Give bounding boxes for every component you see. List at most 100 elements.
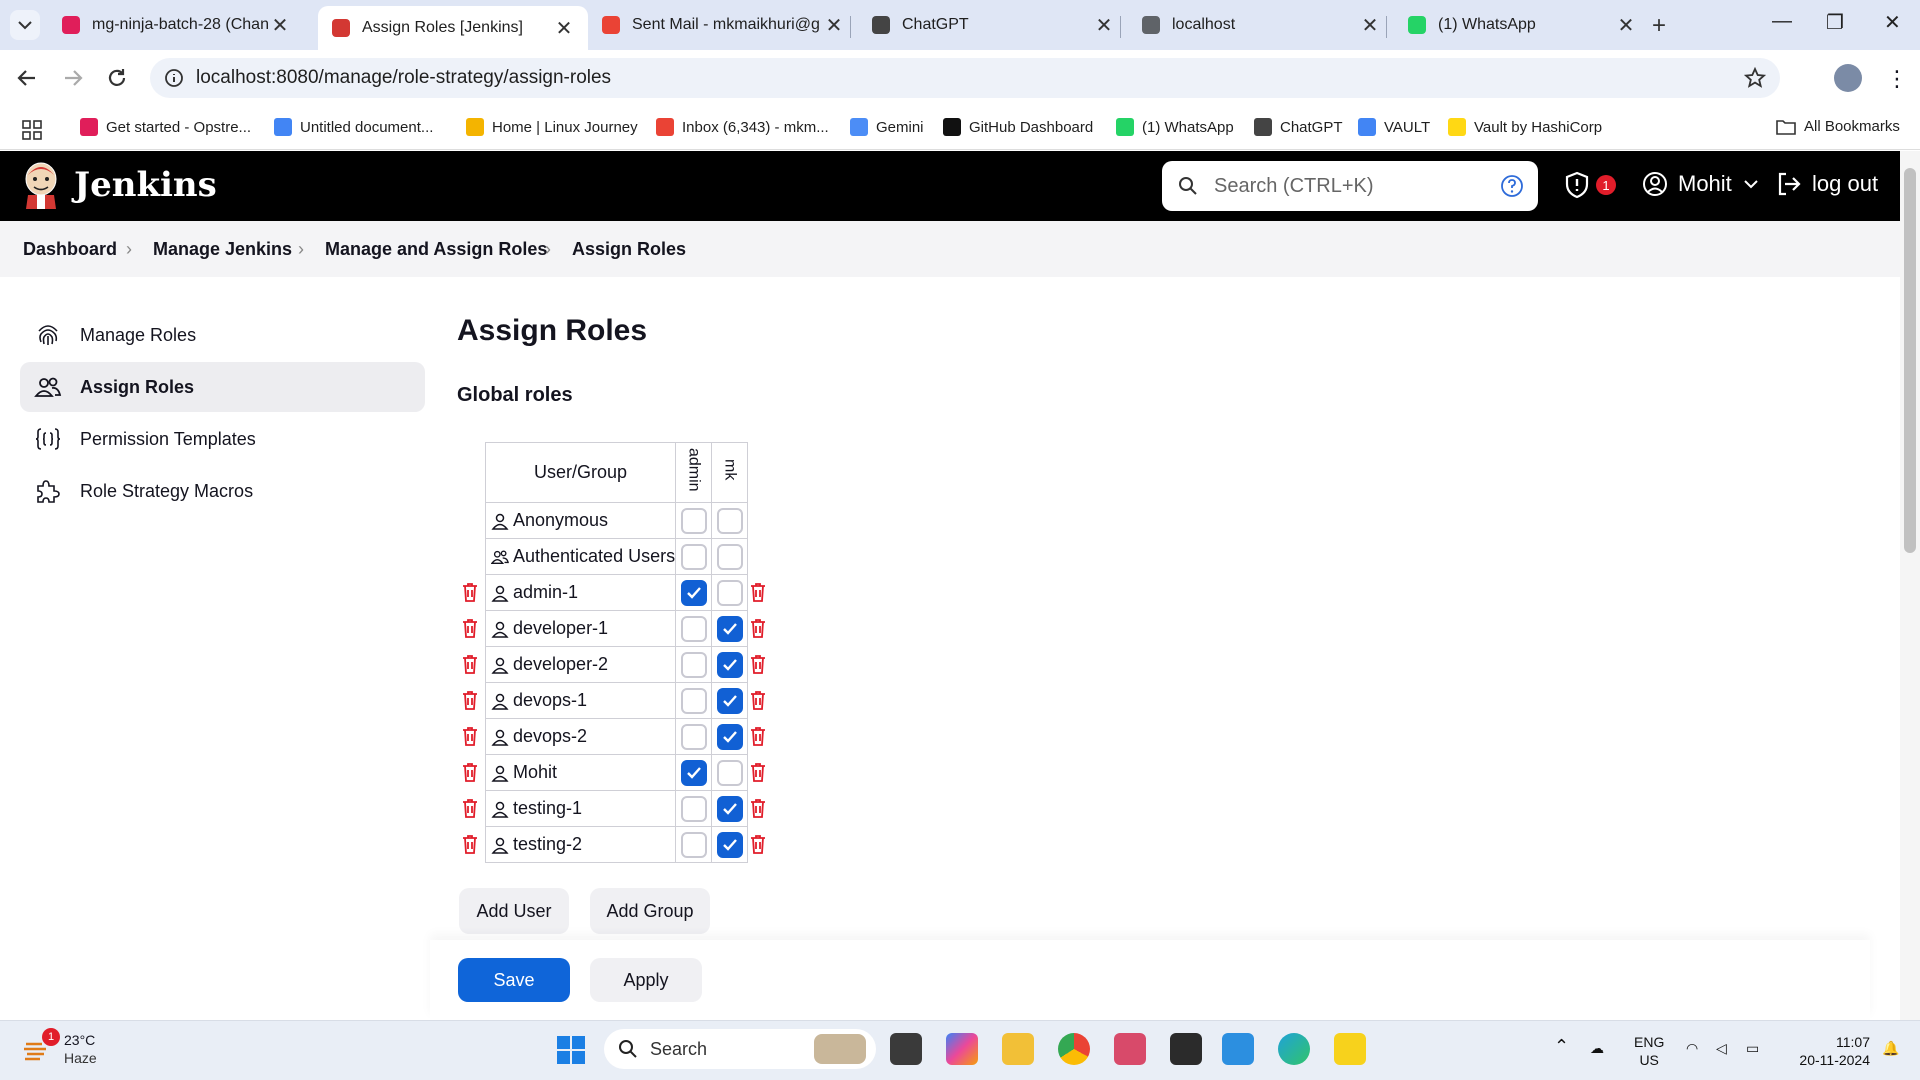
delete-trash-icon[interactable] (750, 834, 770, 856)
browser-menu-icon[interactable]: ⋮ (1886, 66, 1908, 92)
role-checkbox-mk[interactable] (716, 543, 743, 570)
reload-button[interactable] (106, 67, 128, 89)
browser-tab[interactable]: ChatGPT ✕ (858, 6, 1128, 44)
volume-icon[interactable]: ◁ (1716, 1039, 1727, 1057)
taskbar-search-box[interactable]: Search (604, 1029, 876, 1069)
delete-trash-icon[interactable] (462, 726, 482, 748)
breadcrumb-manage-jenkins[interactable]: Manage Jenkins (153, 239, 292, 260)
browser-tab[interactable]: (1) WhatsApp ✕ (1394, 6, 1650, 44)
bookmark-item[interactable]: ChatGPT (1254, 118, 1343, 136)
role-checkbox-admin[interactable] (680, 687, 707, 714)
role-checkbox-admin[interactable] (680, 615, 707, 642)
role-checkbox-mk[interactable] (716, 687, 743, 714)
back-button[interactable] (16, 67, 38, 89)
delete-trash-icon[interactable] (750, 798, 770, 820)
snipping-tool-icon[interactable] (1114, 1033, 1146, 1065)
delete-trash-icon[interactable] (462, 834, 482, 856)
weather-widget[interactable]: 1 23°C Haze (22, 1028, 97, 1067)
add-group-button[interactable]: Add Group (590, 888, 710, 934)
tab-close-icon[interactable]: ✕ (1360, 13, 1380, 38)
tab-close-icon[interactable]: ✕ (824, 13, 844, 38)
role-checkbox-mk[interactable] (716, 579, 743, 606)
windows-start-icon[interactable] (556, 1035, 586, 1065)
browser-tab[interactable]: localhost ✕ (1128, 6, 1394, 44)
bookmark-item[interactable]: Get started - Opstre... (80, 118, 251, 136)
sidebar-item-permission-templates[interactable]: Permission Templates (20, 414, 425, 464)
role-checkbox-admin[interactable] (680, 831, 707, 858)
notification-bell-icon[interactable]: 🔔 (1882, 1039, 1899, 1057)
copilot-icon[interactable] (946, 1033, 978, 1065)
delete-trash-icon[interactable] (462, 582, 482, 604)
delete-trash-icon[interactable] (750, 762, 770, 784)
bookmark-item[interactable]: Home | Linux Journey (466, 118, 638, 136)
role-checkbox-admin[interactable] (680, 759, 707, 786)
browser-tab[interactable]: mg-ninja-batch-28 (Chann ✕ (48, 6, 304, 44)
close-window-button[interactable]: ✕ (1884, 10, 1901, 35)
security-alerts-button[interactable]: 1 (1564, 171, 1616, 199)
delete-trash-icon[interactable] (750, 582, 770, 604)
jenkins-search-box[interactable] (1162, 161, 1538, 211)
profile-avatar[interactable] (1834, 64, 1862, 92)
role-checkbox-mk[interactable] (716, 507, 743, 534)
logout-button[interactable]: log out (1776, 171, 1878, 197)
battery-icon[interactable]: ▭ (1746, 1039, 1759, 1057)
role-checkbox-admin[interactable] (680, 543, 707, 570)
edge-icon[interactable] (1278, 1033, 1310, 1065)
breadcrumb-dashboard[interactable]: Dashboard (23, 239, 117, 260)
delete-trash-icon[interactable] (750, 726, 770, 748)
task-view-icon[interactable] (890, 1033, 922, 1065)
url-text[interactable]: localhost:8080/manage/role-strategy/assi… (196, 67, 611, 89)
wifi-icon[interactable]: ◠ (1686, 1039, 1698, 1057)
role-checkbox-admin[interactable] (680, 651, 707, 678)
tab-close-icon[interactable]: ✕ (554, 16, 574, 41)
sidebar-item-manage-roles[interactable]: Manage Roles (20, 310, 425, 360)
role-checkbox-mk[interactable] (716, 795, 743, 822)
delete-trash-icon[interactable] (462, 654, 482, 676)
tab-close-icon[interactable]: ✕ (1616, 13, 1636, 38)
bookmark-item[interactable]: Vault by HashiCorp (1448, 118, 1602, 136)
delete-trash-icon[interactable] (750, 654, 770, 676)
jenkins-logo-link[interactable]: Jenkins (22, 161, 217, 209)
bookmark-item[interactable]: (1) WhatsApp (1116, 118, 1234, 136)
forward-button[interactable] (62, 67, 84, 89)
tab-close-icon[interactable]: ✕ (1094, 13, 1114, 38)
role-checkbox-mk[interactable] (716, 831, 743, 858)
file-explorer-icon[interactable] (1002, 1033, 1034, 1065)
breadcrumb-manage-assign-roles[interactable]: Manage and Assign Roles (325, 239, 547, 260)
vscode-icon[interactable] (1222, 1033, 1254, 1065)
bookmark-item[interactable]: Gemini (850, 118, 924, 136)
browser-tab[interactable]: Assign Roles [Jenkins] ✕ (318, 6, 588, 50)
chrome-icon[interactable] (1058, 1033, 1090, 1065)
delete-trash-icon[interactable] (462, 618, 482, 640)
page-scrollbar-thumb[interactable] (1904, 168, 1916, 553)
role-checkbox-admin[interactable] (680, 507, 707, 534)
delete-trash-icon[interactable] (750, 618, 770, 640)
add-user-button[interactable]: Add User (459, 888, 569, 934)
tab-search-button[interactable] (10, 10, 40, 40)
role-checkbox-mk[interactable] (716, 615, 743, 642)
delete-trash-icon[interactable] (462, 762, 482, 784)
sidebar-item-role-strategy-macros[interactable]: Role Strategy Macros (20, 466, 425, 516)
terminal-icon[interactable] (1170, 1033, 1202, 1065)
new-tab-button[interactable]: + (1652, 12, 1666, 40)
role-checkbox-admin[interactable] (680, 795, 707, 822)
bookmark-item[interactable]: VAULT (1358, 118, 1430, 136)
apply-button[interactable]: Apply (590, 958, 702, 1002)
apps-grid-icon[interactable] (22, 120, 42, 140)
jenkins-search-input[interactable] (1214, 174, 1484, 198)
site-info-icon[interactable] (164, 68, 184, 88)
bookmark-item[interactable]: GitHub Dashboard (943, 118, 1093, 136)
clock[interactable]: 11:07 20-11-2024 (1780, 1033, 1870, 1069)
role-checkbox-admin[interactable] (680, 723, 707, 750)
delete-trash-icon[interactable] (462, 690, 482, 712)
user-menu-button[interactable]: Mohit (1642, 171, 1758, 197)
browser-tab[interactable]: Sent Mail - mkmaikhuri@g ✕ (588, 6, 858, 44)
minimize-button[interactable]: — (1772, 10, 1792, 33)
role-checkbox-mk[interactable] (716, 723, 743, 750)
sticky-notes-icon[interactable] (1334, 1033, 1366, 1065)
address-bar[interactable]: localhost:8080/manage/role-strategy/assi… (150, 58, 1780, 98)
tray-overflow-icon[interactable]: ⌃ (1554, 1037, 1569, 1055)
tab-close-icon[interactable]: ✕ (270, 13, 290, 38)
delete-trash-icon[interactable] (750, 690, 770, 712)
sidebar-item-assign-roles[interactable]: Assign Roles (20, 362, 425, 412)
